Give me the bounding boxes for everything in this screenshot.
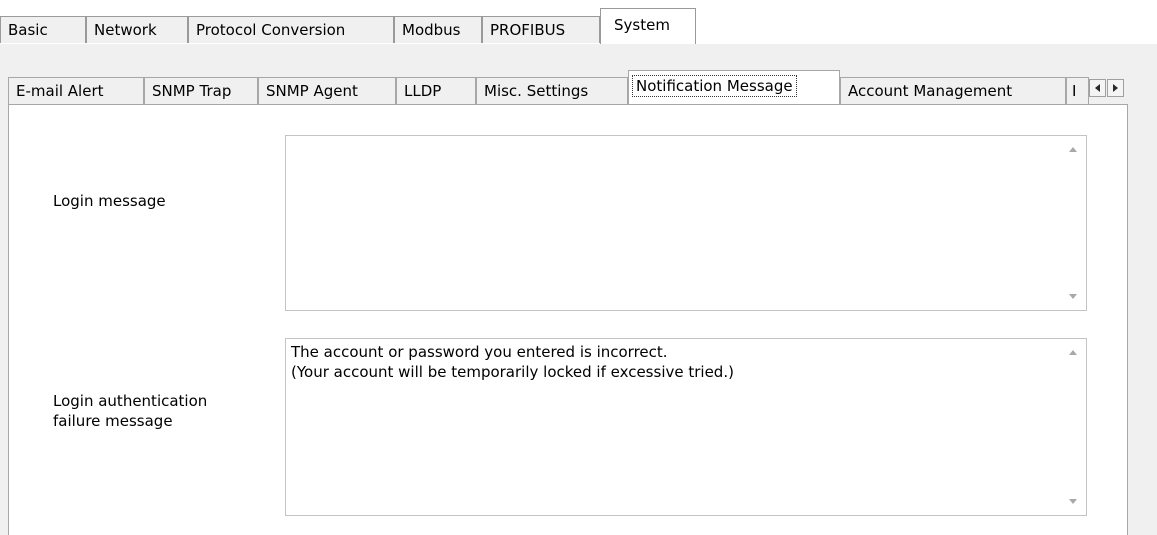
subtab-notification-message[interactable]: Notification Message	[628, 70, 840, 105]
top-tab-bar: Basic Network Protocol Conversion Modbus…	[0, 8, 1157, 45]
subtab-label: Misc. Settings	[484, 82, 589, 100]
tab-profibus[interactable]: PROFIBUS	[482, 16, 600, 43]
subtab-label: LLDP	[404, 82, 442, 100]
login-message-input-box	[285, 135, 1087, 311]
tab-label: Network	[94, 21, 157, 39]
tab-label: Protocol Conversion	[196, 21, 346, 39]
subtab-lldp[interactable]: LLDP	[396, 77, 476, 104]
subtab-label: Account Management	[848, 82, 1013, 100]
tab-modbus[interactable]: Modbus	[394, 16, 482, 43]
tab-label: PROFIBUS	[490, 21, 566, 39]
triangle-right-icon[interactable]	[1107, 79, 1124, 97]
tab-basic[interactable]: Basic	[0, 16, 86, 43]
subtab-label: Notification Message	[632, 75, 797, 97]
login-failure-input-box: The account or password you entered is i…	[285, 338, 1087, 516]
login-failure-label-line2: failure message	[53, 412, 173, 430]
subtab-misc-settings[interactable]: Misc. Settings	[476, 77, 628, 104]
sub-tab-bar: E-mail Alert SNMP Trap SNMP Agent LLDP M…	[8, 70, 1128, 105]
tab-system[interactable]: System	[600, 8, 696, 45]
login-message-scrollbar[interactable]	[1060, 136, 1086, 310]
login-failure-scrollbar[interactable]	[1060, 339, 1086, 515]
login-failure-label-line1: Login authentication	[53, 392, 208, 410]
tab-protocol-conversion[interactable]: Protocol Conversion	[188, 16, 394, 43]
tab-network[interactable]: Network	[86, 16, 188, 43]
subtab-snmp-agent[interactable]: SNMP Agent	[258, 77, 396, 104]
tab-scroll-controls	[1089, 79, 1124, 99]
subtab-label: I	[1072, 82, 1077, 100]
scroll-up-arrow-icon[interactable]	[1069, 146, 1077, 152]
tab-label: System	[614, 16, 670, 34]
subtab-truncated[interactable]: I	[1066, 77, 1089, 104]
scroll-down-arrow-icon[interactable]	[1069, 294, 1077, 300]
login-message-input[interactable]	[286, 136, 1058, 310]
subtab-email-alert[interactable]: E-mail Alert	[8, 77, 144, 104]
subtab-label: SNMP Trap	[152, 82, 232, 100]
subtab-snmp-trap[interactable]: SNMP Trap	[144, 77, 258, 104]
notification-message-form: Login message Login authentication failu…	[8, 104, 1128, 535]
triangle-left-icon[interactable]	[1089, 79, 1106, 97]
login-failure-message-input[interactable]: The account or password you entered is i…	[286, 339, 1058, 515]
subtab-label: SNMP Agent	[266, 82, 358, 100]
tab-label: Basic	[8, 21, 48, 39]
system-panel: E-mail Alert SNMP Trap SNMP Agent LLDP M…	[0, 44, 1157, 535]
scroll-up-arrow-icon[interactable]	[1069, 349, 1077, 355]
subtab-account-management[interactable]: Account Management	[840, 77, 1066, 104]
subtab-label: E-mail Alert	[16, 82, 104, 100]
scroll-down-arrow-icon[interactable]	[1069, 499, 1077, 505]
login-failure-label: Login authentication failure message	[53, 391, 207, 431]
login-message-label: Login message	[53, 192, 166, 210]
tab-label: Modbus	[402, 21, 461, 39]
